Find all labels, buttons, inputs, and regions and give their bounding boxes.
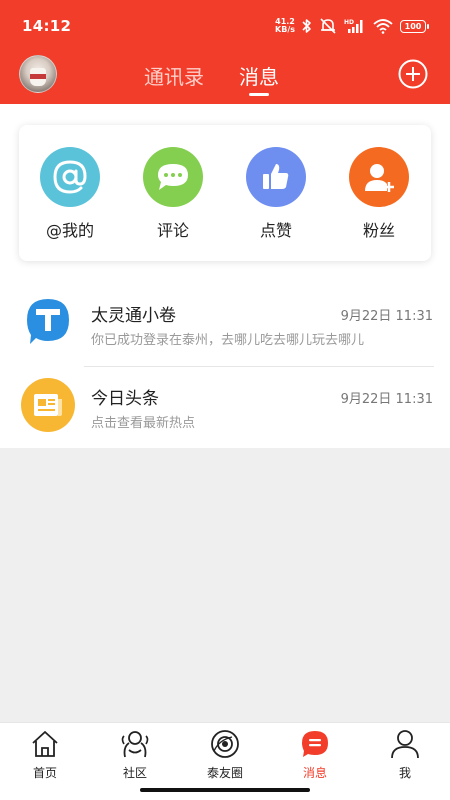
message-item-toutiao[interactable]: 今日头条 9月22日 11:31 点击查看最新热点 xyxy=(0,370,450,450)
quick-action-fans[interactable]: 粉丝 xyxy=(334,147,424,247)
quick-action-likes[interactable]: 点赞 xyxy=(231,147,321,247)
nav-item-friends-circle[interactable]: 泰友圈 xyxy=(180,727,270,783)
nav-label: 首页 xyxy=(32,766,57,780)
message-title: 今日头条 xyxy=(91,389,159,409)
wifi-icon xyxy=(373,19,393,34)
profile-icon xyxy=(391,730,419,759)
message-time: 9月22日 11:31 xyxy=(340,392,433,407)
mute-icon xyxy=(320,18,336,34)
message-icon xyxy=(302,731,328,757)
battery-icon: 100 xyxy=(400,19,429,33)
list-divider xyxy=(84,366,434,367)
battery-level: 100 xyxy=(404,21,422,31)
status-icons: 41.2 KB/s HD 100 xyxy=(275,16,429,36)
quick-action-label: 点赞 xyxy=(259,221,292,240)
tab-contacts[interactable]: 通讯录 xyxy=(144,61,204,90)
avatar[interactable] xyxy=(19,55,57,93)
status-time: 14:12 xyxy=(22,17,72,35)
svg-text:HD: HD xyxy=(344,19,354,26)
nav-label: 社区 xyxy=(122,766,147,780)
message-preview: 点击查看最新热点 xyxy=(91,416,196,431)
active-tab-indicator xyxy=(249,93,269,96)
chat-bubble-icon xyxy=(143,147,203,207)
status-bar: 14:12 41.2 KB/s HD 100 xyxy=(0,0,450,52)
header: 14:12 41.2 KB/s HD 100 通讯录 消息 xyxy=(0,0,450,104)
message-time: 9月22日 11:31 xyxy=(340,309,433,324)
nav-item-home[interactable]: 首页 xyxy=(0,727,90,783)
nav-item-messages[interactable]: 消息 xyxy=(270,727,360,783)
friends-circle-icon xyxy=(211,730,239,758)
message-preview: 你已成功登录在泰州，去哪儿吃去哪儿玩去哪儿 xyxy=(91,333,365,348)
quick-action-at-me[interactable]: @我的 xyxy=(25,147,115,247)
quick-action-label: 粉丝 xyxy=(362,221,395,240)
network-speed: 41.2 KB/s xyxy=(275,18,295,34)
hd-signal-icon: HD xyxy=(344,19,363,33)
t-logo-icon xyxy=(21,295,75,349)
at-icon xyxy=(40,147,100,207)
title-row: 通讯录 消息 xyxy=(0,52,450,104)
nav-label: 消息 xyxy=(302,766,327,780)
thumbs-up-icon xyxy=(246,147,306,207)
add-user-icon xyxy=(349,147,409,207)
home-icon xyxy=(32,731,58,757)
quick-action-label: @我的 xyxy=(45,221,94,240)
quick-action-label: 评论 xyxy=(156,221,189,240)
newspaper-icon xyxy=(21,378,75,432)
nav-label: 泰友圈 xyxy=(206,766,243,780)
screen: 14:12 41.2 KB/s HD 100 通讯录 消息 @我的 评论 点赞 … xyxy=(0,0,450,800)
nav-label: 我 xyxy=(398,766,411,780)
quick-action-comments[interactable]: 评论 xyxy=(128,147,218,247)
message-title: 太灵通小卷 xyxy=(91,306,176,326)
nav-item-community[interactable]: 社区 xyxy=(90,727,180,783)
tab-messages[interactable]: 消息 xyxy=(239,61,279,90)
net-speed-unit: KB/s xyxy=(275,25,295,34)
message-item-tailingtong[interactable]: 太灵通小卷 9月22日 11:31 你已成功登录在泰州，去哪儿吃去哪儿玩去哪儿 xyxy=(0,287,450,367)
plus-circle-icon[interactable] xyxy=(398,59,428,89)
home-indicator[interactable] xyxy=(140,788,310,792)
avatar-cup-band xyxy=(30,74,46,79)
content-area: @我的 评论 点赞 粉丝 太灵通小卷 9月22日 11:31 你已成功登录在泰州… xyxy=(0,104,450,448)
quick-actions-card: @我的 评论 点赞 粉丝 xyxy=(19,125,431,261)
bluetooth-icon xyxy=(302,19,311,33)
nav-item-profile[interactable]: 我 xyxy=(360,727,450,783)
community-icon xyxy=(121,731,149,758)
